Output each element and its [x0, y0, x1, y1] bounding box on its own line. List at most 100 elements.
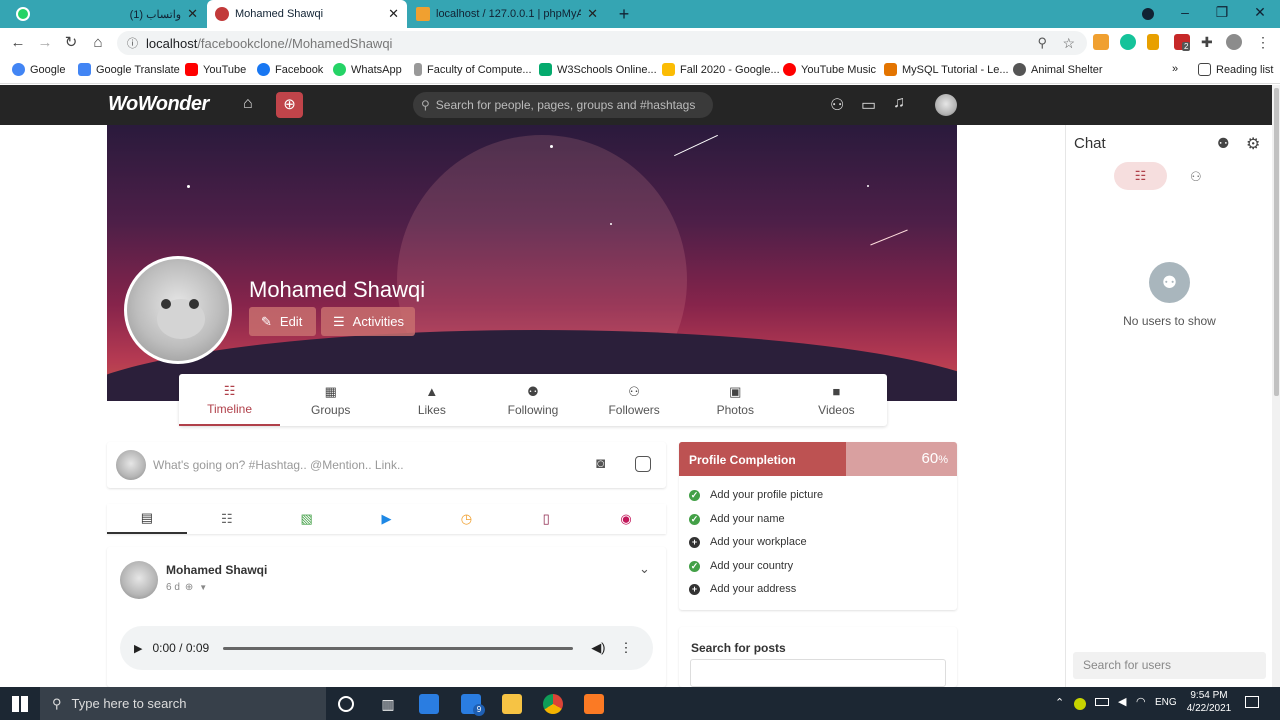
task-view-icon[interactable]: ▥: [378, 694, 398, 714]
tab-following[interactable]: ⚉ Following: [482, 374, 583, 426]
back-icon[interactable]: ←: [8, 33, 28, 53]
tray-chevron-icon[interactable]: ⌃: [1055, 696, 1064, 709]
volume-icon[interactable]: ◀): [591, 640, 605, 656]
info-icon[interactable]: ⓘ: [127, 35, 138, 51]
post-time[interactable]: 6 d: [166, 582, 180, 593]
activities-button[interactable]: ☰ Activities: [321, 307, 415, 336]
cortana-icon[interactable]: [338, 696, 354, 712]
bookmarks-more-button[interactable]: »: [1172, 63, 1178, 75]
file-explorer-icon[interactable]: [502, 694, 522, 714]
audio-player[interactable]: ▶ 0:00 / 0:09 ◀) ⋮: [120, 626, 653, 670]
completion-item[interactable]: ✓ Add your profile picture: [689, 489, 823, 501]
bookmark-google-translate[interactable]: Google Translate: [78, 63, 180, 76]
close-tab-icon[interactable]: ✕: [388, 6, 399, 22]
tab-videos[interactable]: ■ Videos: [786, 374, 887, 426]
tab-likes[interactable]: ▲ Likes: [381, 374, 482, 426]
taskbar-search[interactable]: ⚲ Type here to search: [40, 687, 326, 720]
mail-icon[interactable]: 9: [461, 694, 485, 716]
tab-phpmyadmin[interactable]: localhost / 127.0.0.1 | phpMyAdmin ✕: [408, 0, 606, 28]
chat-users-tab[interactable]: ☷: [1114, 162, 1167, 190]
audio-menu-icon[interactable]: ⋮: [620, 640, 633, 656]
music-posts-icon[interactable]: ◷: [426, 504, 506, 534]
file-posts-icon[interactable]: ▯: [506, 504, 586, 534]
close-window-button[interactable]: ✕: [1245, 4, 1275, 24]
close-tab-icon[interactable]: ✕: [187, 6, 198, 22]
user-avatar[interactable]: [935, 94, 957, 116]
bookmark-fall2020[interactable]: Fall 2020 - Google...: [662, 63, 780, 76]
url-bar[interactable]: ⓘ localhost/facebookclone//MohamedShawqi…: [117, 31, 1087, 55]
grammarly-extension-icon[interactable]: [1120, 34, 1136, 50]
site-logo[interactable]: WoWonder: [108, 93, 209, 116]
photo-posts-icon[interactable]: ▧: [267, 504, 347, 534]
tab-timeline[interactable]: ☷ Timeline: [179, 374, 281, 426]
camera-icon[interactable]: ◙: [596, 455, 605, 472]
bookmark-faculty[interactable]: Faculty of Compute...: [414, 63, 532, 76]
video-posts-icon[interactable]: ▶: [347, 504, 427, 534]
tab-search-icon[interactable]: [1142, 8, 1154, 20]
bookmark-youtube[interactable]: YouTube: [185, 63, 246, 76]
site-search-input[interactable]: ⚲ Search for people, pages, groups and #…: [413, 92, 713, 118]
clock[interactable]: 9:54 PM 4/22/2021: [1185, 690, 1233, 714]
post-author-name[interactable]: Mohamed Shawqi: [166, 563, 267, 577]
browser-menu-icon[interactable]: ⋮: [1256, 34, 1272, 50]
publisher-input[interactable]: What's going on? #Hashtag.. @Mention.. L…: [153, 458, 404, 472]
play-icon[interactable]: ▶: [134, 642, 142, 655]
friend-requests-icon[interactable]: ⚇: [830, 95, 844, 115]
bookmark-animal-shelter[interactable]: Animal Shelter: [1013, 63, 1103, 76]
browser-profile-avatar[interactable]: [1226, 34, 1242, 50]
home-icon[interactable]: ⌂: [88, 33, 108, 53]
maximize-button[interactable]: ❐: [1207, 4, 1237, 24]
completion-item[interactable]: ✓ Add your name: [689, 513, 785, 525]
chat-search-input[interactable]: Search for users: [1073, 652, 1266, 679]
create-button[interactable]: ⊕: [276, 92, 303, 118]
speaker-icon[interactable]: ◀: [1118, 695, 1126, 708]
search-posts-input[interactable]: [690, 659, 946, 687]
tab-whatsapp[interactable]: (1) واتساب ✕: [36, 0, 206, 28]
key-extension-icon[interactable]: [1093, 34, 1109, 50]
star-icon[interactable]: ☆: [1062, 35, 1075, 52]
tab-profile[interactable]: Mohamed Shawqi ✕: [207, 0, 407, 28]
chevron-down-icon[interactable]: ▼: [199, 583, 207, 592]
profile-avatar[interactable]: [124, 256, 232, 364]
bookmark-mysql[interactable]: MySQL Tutorial - Le...: [884, 63, 1009, 76]
whatsapp-tab-icon[interactable]: [16, 7, 30, 21]
text-posts-icon[interactable]: ☷: [187, 504, 267, 534]
messages-icon[interactable]: ▭: [861, 95, 876, 115]
store-icon[interactable]: [419, 694, 439, 714]
minimize-button[interactable]: –: [1170, 4, 1200, 24]
globe-icon[interactable]: ⊕: [185, 582, 193, 593]
forward-icon[interactable]: →: [35, 33, 55, 53]
all-posts-icon[interactable]: ▤: [107, 504, 187, 534]
add-friend-icon[interactable]: ⚉: [1217, 135, 1230, 152]
post-author-avatar[interactable]: [120, 561, 158, 599]
notifications-icon[interactable]: ♫: [893, 94, 905, 112]
settings-gear-icon[interactable]: ⚙: [1246, 134, 1260, 154]
bookmark-facebook[interactable]: Facebook: [257, 63, 323, 76]
completion-item[interactable]: ✓ Add your country: [689, 560, 793, 572]
wifi-icon[interactable]: ◠: [1136, 695, 1146, 708]
bookmark-google[interactable]: Google: [12, 63, 65, 76]
xampp-icon[interactable]: [584, 694, 604, 714]
edit-profile-button[interactable]: ✎ Edit: [249, 307, 316, 336]
reload-icon[interactable]: ↻: [61, 33, 81, 53]
adblock-extension-icon[interactable]: 2: [1174, 34, 1191, 51]
completion-item[interactable]: + Add your workplace: [689, 536, 807, 548]
chat-groups-tab[interactable]: ⚇: [1190, 169, 1202, 185]
tab-groups[interactable]: ▦ Groups: [280, 374, 381, 426]
chrome-icon[interactable]: [543, 694, 563, 714]
post-options-icon[interactable]: ⌄: [639, 561, 650, 577]
audio-progress-track[interactable]: [223, 646, 574, 650]
notification-center-icon[interactable]: [1245, 696, 1259, 708]
sticker-icon[interactable]: [635, 456, 651, 472]
tray-app-icon[interactable]: [1074, 698, 1086, 710]
reading-list-button[interactable]: Reading list: [1198, 63, 1273, 76]
scrollbar-thumb[interactable]: [1274, 88, 1279, 396]
extension-icon[interactable]: [1147, 34, 1159, 50]
bookmark-whatsapp[interactable]: WhatsApp: [333, 63, 402, 76]
close-tab-icon[interactable]: ✕: [587, 6, 598, 22]
language-indicator[interactable]: ENG: [1155, 697, 1177, 708]
completion-item[interactable]: + Add your address: [689, 583, 796, 595]
location-icon[interactable]: ⚲: [1037, 35, 1047, 51]
new-tab-button[interactable]: +: [614, 4, 634, 24]
tab-photos[interactable]: ▣ Photos: [685, 374, 786, 426]
